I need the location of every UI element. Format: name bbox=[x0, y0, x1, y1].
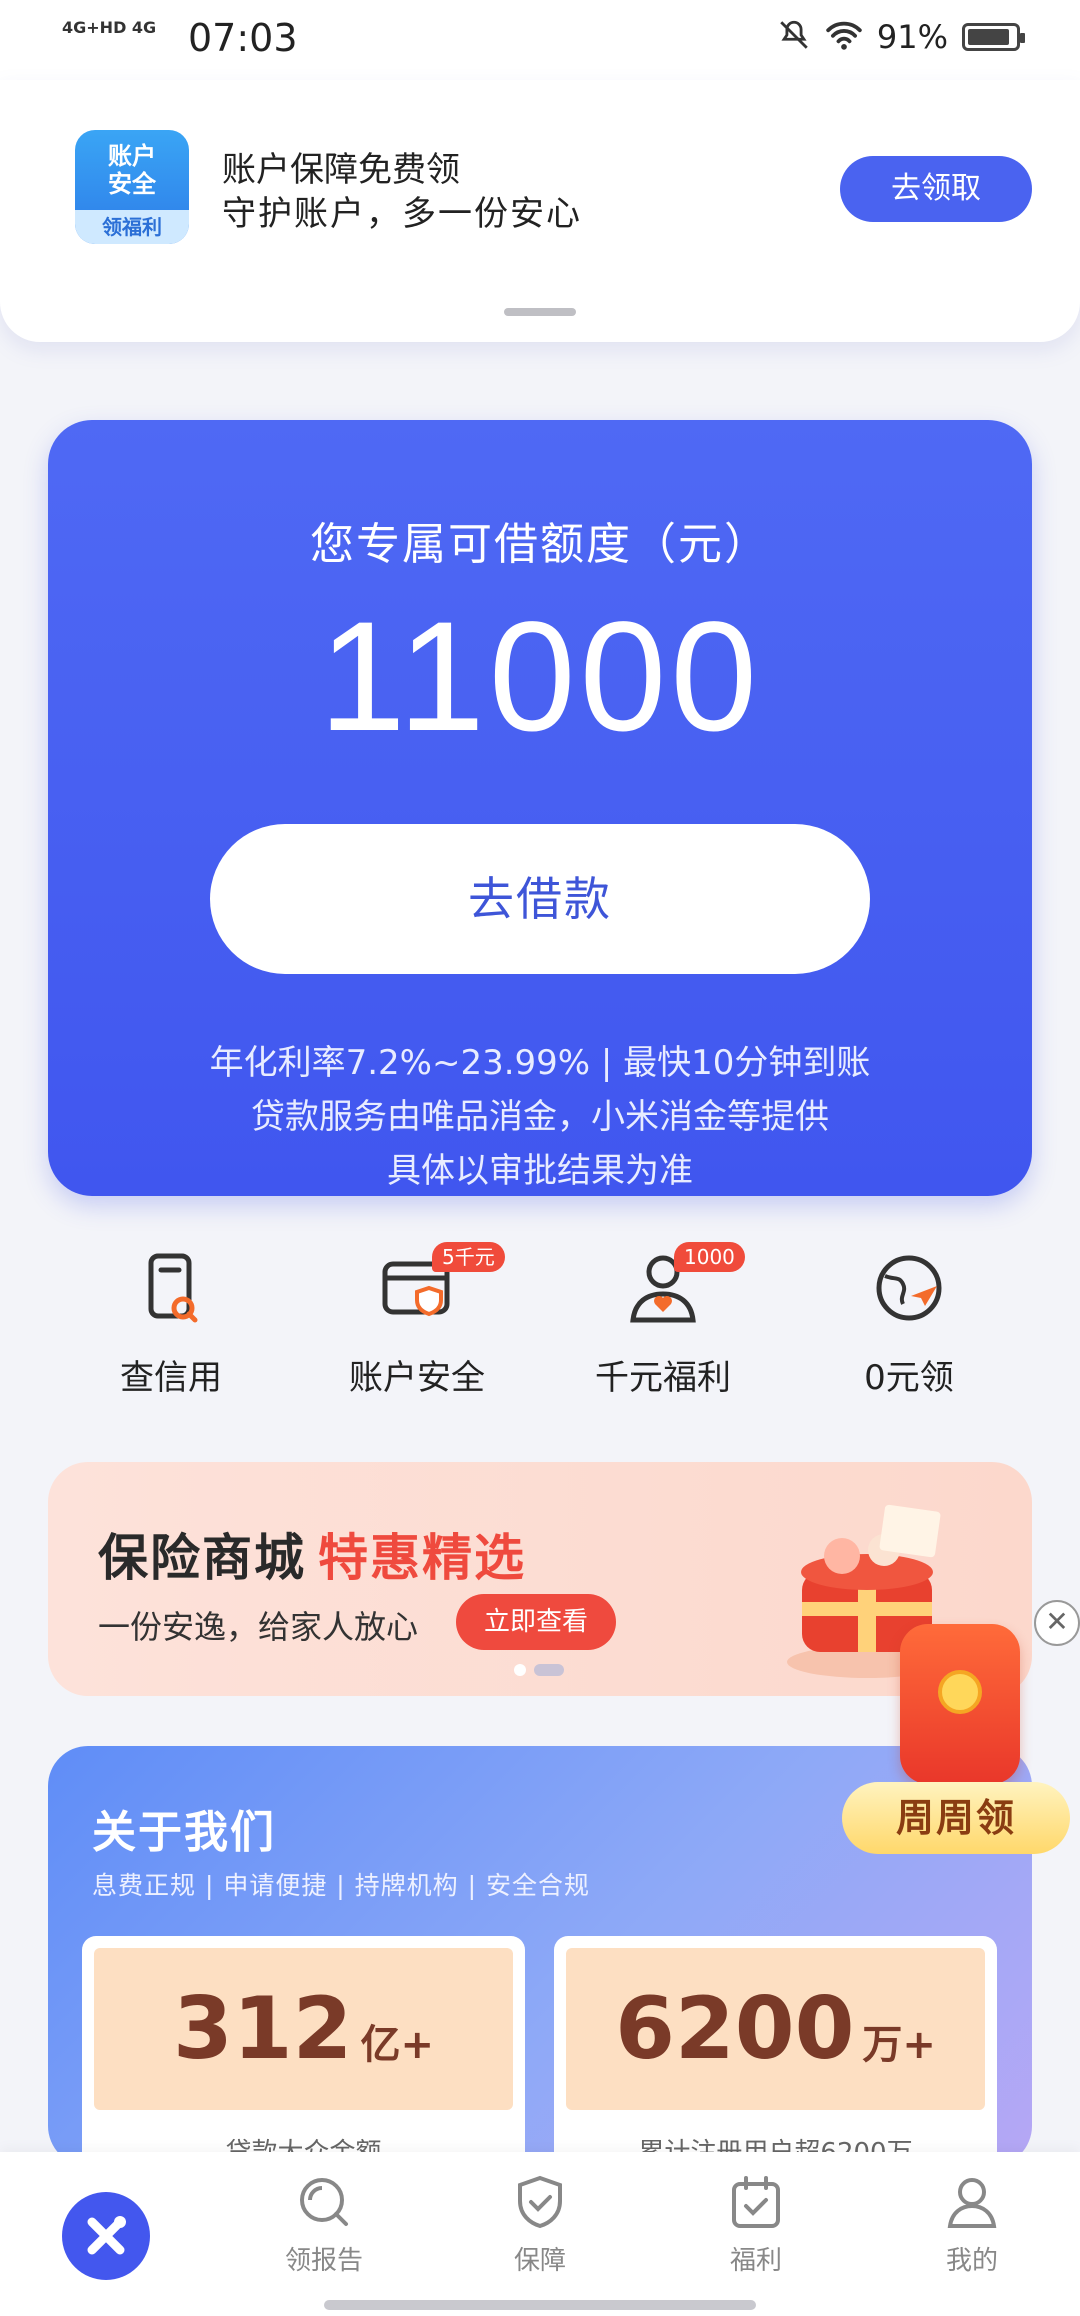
clock: 07:03 bbox=[188, 16, 298, 60]
action-label: 0元领 bbox=[864, 1358, 954, 1398]
battery-percent: 91% bbox=[876, 18, 948, 56]
stat-unit: 亿+ bbox=[360, 2022, 435, 2068]
calendar-check-icon bbox=[732, 2176, 780, 2228]
action-welfare[interactable]: 1000 千元福利 bbox=[540, 1242, 786, 1410]
red-packet-icon bbox=[900, 1624, 1020, 1784]
nav-label: 领报告 bbox=[284, 2246, 363, 2276]
home-indicator[interactable] bbox=[324, 2300, 756, 2310]
action-label: 千元福利 bbox=[595, 1358, 731, 1398]
stat-unit: 万+ bbox=[862, 2022, 936, 2068]
close-icon[interactable]: ✕ bbox=[1034, 1600, 1080, 1646]
stat-card-users: 6200万+ 累计注册用户超6200万 bbox=[554, 1936, 997, 2166]
wifi-icon bbox=[825, 18, 863, 56]
carousel-dots bbox=[514, 1664, 564, 1676]
nav-home[interactable] bbox=[62, 2192, 150, 2280]
action-account-security[interactable]: 5千元 账户安全 bbox=[294, 1242, 540, 1410]
about-tags: 息费正规 | 申请便捷 | 持牌机构 | 安全合规 bbox=[92, 1871, 590, 1900]
credit-limit-amount: 11000 bbox=[318, 590, 762, 764]
action-badge: 5千元 bbox=[432, 1242, 505, 1272]
nav-protection[interactable]: 保障 bbox=[460, 2152, 620, 2292]
bottom-nav: 领报告 保障 福利 我的 bbox=[0, 2152, 1080, 2316]
nav-label: 福利 bbox=[729, 2246, 782, 2276]
credit-report-icon bbox=[148, 1253, 198, 1323]
mute-icon bbox=[777, 18, 811, 56]
notice-title: 账户保障免费领 bbox=[222, 150, 460, 190]
nav-welfare[interactable]: 福利 bbox=[676, 2152, 836, 2292]
user-icon bbox=[947, 2178, 997, 2228]
battery-icon bbox=[962, 23, 1025, 51]
home-logo-icon bbox=[87, 2216, 126, 2255]
nav-label: 保障 bbox=[513, 2246, 566, 2276]
credit-info: 年化利率7.2%~23.99% | 最快10分钟到账 贷款服务由唯品消金，小米消… bbox=[209, 1043, 871, 1191]
drag-handle[interactable] bbox=[504, 308, 576, 316]
shield-icon bbox=[518, 2175, 562, 2229]
stat-card-loan-amount: 312亿+ 贷款大众金额 bbox=[82, 1936, 525, 2166]
credit-limit-card: 您专属可借额度（元） 11000 去借款 年化利率7.2%~23.99% | 最… bbox=[48, 420, 1032, 1196]
action-free-claim[interactable]: 0元领 bbox=[786, 1250, 1032, 1410]
view-now-button[interactable]: 立即查看 bbox=[456, 1594, 616, 1650]
stat-number: 6200 bbox=[615, 1979, 855, 2079]
about-title: 关于我们 bbox=[92, 1807, 276, 1858]
network-indicator: 4G+HD 4G bbox=[62, 18, 157, 37]
weekly-reward-label: 周周领 bbox=[842, 1782, 1070, 1854]
claim-button[interactable]: 去领取 bbox=[840, 156, 1032, 222]
action-check-credit[interactable]: 查信用 bbox=[48, 1250, 294, 1410]
quick-actions: 查信用 5千元 账户安全 1000 千元福利 0元领 bbox=[48, 1242, 1032, 1410]
status-bar: 4G+HD 4G 07:03 91% bbox=[0, 0, 1080, 80]
globe-plane-icon bbox=[876, 1255, 942, 1321]
status-right: 91% bbox=[777, 18, 1025, 56]
nav-mine[interactable]: 我的 bbox=[892, 2152, 1052, 2292]
action-badge: 1000 bbox=[674, 1242, 745, 1272]
insurance-subtitle: 一份安逸，给家人放心 bbox=[98, 1608, 419, 1646]
credit-limit-label: 您专属可借额度（元） bbox=[310, 519, 770, 570]
insurance-title: 保险商城 bbox=[98, 1529, 306, 1587]
insurance-title-accent: 特惠精选 bbox=[318, 1529, 526, 1587]
notice-subtitle: 守护账户，多一份安心 bbox=[222, 194, 582, 234]
action-label: 查信用 bbox=[120, 1358, 222, 1398]
report-icon bbox=[300, 2178, 348, 2226]
borrow-button[interactable]: 去借款 bbox=[210, 824, 870, 974]
weekly-reward-float[interactable]: ✕ 周周领 bbox=[842, 1600, 1080, 1860]
action-label: 账户安全 bbox=[349, 1358, 485, 1398]
account-security-badge-icon: 账户 安全 领福利 bbox=[75, 130, 189, 244]
nav-report[interactable]: 领报告 bbox=[244, 2152, 404, 2292]
account-security-notice: 账户 安全 领福利 账户保障免费领 守护账户，多一份安心 去领取 bbox=[0, 80, 1080, 342]
stat-number: 312 bbox=[172, 1979, 353, 2079]
nav-label: 我的 bbox=[945, 2246, 998, 2276]
